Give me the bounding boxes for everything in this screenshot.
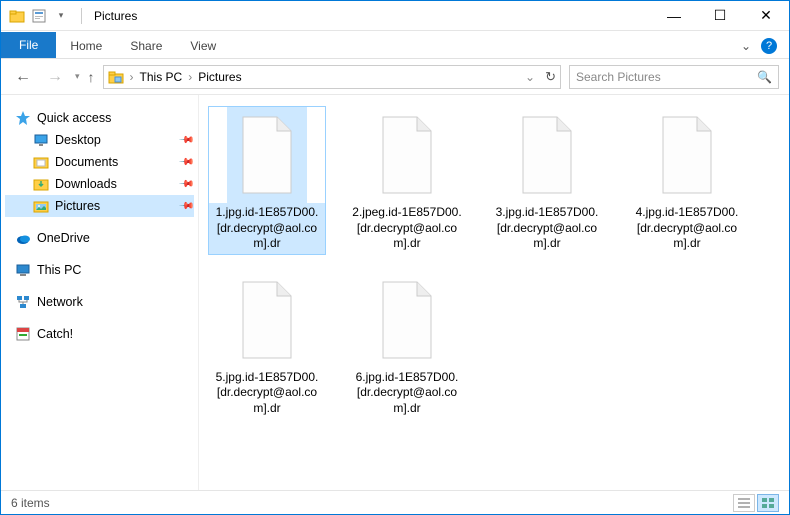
file-name: 1.jpg.id-1E857D00.[dr.decrypt@aol.com].d…	[209, 203, 325, 254]
file-name: 4.jpg.id-1E857D00.[dr.decrypt@aol.com].d…	[629, 203, 745, 254]
navigation-pane: Quick access Desktop📌Documents📌Downloads…	[1, 95, 199, 492]
file-thumbnail	[367, 272, 447, 368]
star-icon	[15, 110, 31, 126]
pin-icon: 📌	[177, 132, 194, 149]
nav-label: Quick access	[37, 111, 111, 125]
tab-home[interactable]: Home	[56, 34, 116, 58]
sidebar-item-label: Desktop	[55, 133, 101, 147]
window-title: Pictures	[94, 9, 137, 23]
nav-label: Catch!	[37, 327, 73, 341]
folder-icon	[33, 176, 49, 192]
file-thumbnail	[507, 107, 587, 203]
file-item[interactable]: 3.jpg.id-1E857D00.[dr.decrypt@aol.com].d…	[489, 107, 605, 254]
tab-share[interactable]: Share	[116, 34, 176, 58]
file-item[interactable]: 5.jpg.id-1E857D00.[dr.decrypt@aol.com].d…	[209, 272, 325, 419]
back-button[interactable]: ←	[11, 65, 35, 89]
nav-label: Network	[37, 295, 83, 309]
status-bar: 6 items	[1, 490, 789, 514]
properties-icon[interactable]	[31, 8, 47, 24]
search-input[interactable]: Search Pictures 🔍	[569, 65, 779, 89]
sidebar-item-label: Downloads	[55, 177, 117, 191]
details-view-button[interactable]	[733, 494, 755, 512]
qat-dropdown-icon[interactable]: ▾	[53, 8, 69, 24]
up-button[interactable]: ↑	[88, 69, 95, 85]
nav-this-pc[interactable]: This PC	[5, 259, 194, 281]
search-icon[interactable]: 🔍	[757, 70, 772, 84]
breadcrumb[interactable]: › This PC › Pictures ⌄ ↻	[103, 65, 561, 89]
pin-icon: 📌	[177, 176, 194, 193]
file-name: 6.jpg.id-1E857D00.[dr.decrypt@aol.com].d…	[349, 368, 465, 419]
folder-icon	[33, 154, 49, 170]
file-list: 1.jpg.id-1E857D00.[dr.decrypt@aol.com].d…	[199, 95, 789, 492]
file-item[interactable]: 1.jpg.id-1E857D00.[dr.decrypt@aol.com].d…	[209, 107, 325, 254]
nav-network[interactable]: Network	[5, 291, 194, 313]
chevron-right-icon[interactable]: ›	[126, 70, 138, 84]
folder-icon	[33, 132, 49, 148]
minimize-button[interactable]: —	[651, 1, 697, 31]
close-button[interactable]: ✕	[743, 1, 789, 31]
onedrive-icon	[15, 230, 31, 246]
thumbnails-view-button[interactable]	[757, 494, 779, 512]
forward-button[interactable]: →	[43, 65, 67, 89]
help-icon[interactable]: ?	[761, 38, 777, 54]
file-item[interactable]: 2.jpeg.id-1E857D00.[dr.decrypt@aol.com].…	[349, 107, 465, 254]
address-bar: ← → ▾ ↑ › This PC › Pictures ⌄ ↻ Search …	[1, 59, 789, 95]
crumb-pictures[interactable]: Pictures	[198, 70, 241, 84]
file-thumbnail	[647, 107, 727, 203]
sidebar-item-desktop[interactable]: Desktop 📌	[5, 129, 194, 151]
ribbon: File Home Share View ⌄ ?	[1, 31, 789, 59]
crumb-this-pc[interactable]: This PC	[140, 70, 183, 84]
sidebar-item-downloads[interactable]: Downloads 📌	[5, 173, 194, 195]
folder-app-icon	[9, 8, 25, 24]
sidebar-item-pictures[interactable]: Pictures 📌	[5, 195, 194, 217]
file-tab[interactable]: File	[1, 32, 56, 58]
nav-catch[interactable]: Catch!	[5, 323, 194, 345]
folder-icon	[33, 198, 49, 214]
ribbon-expand-icon[interactable]: ⌄	[741, 39, 751, 53]
pc-icon	[15, 262, 31, 278]
refresh-icon[interactable]: ↻	[545, 69, 556, 85]
file-thumbnail	[367, 107, 447, 203]
nav-quick-access[interactable]: Quick access	[5, 107, 194, 129]
chevron-right-icon[interactable]: ›	[184, 70, 196, 84]
history-dropdown-icon[interactable]: ▾	[75, 71, 80, 82]
file-name: 2.jpeg.id-1E857D00.[dr.decrypt@aol.com].…	[349, 203, 465, 254]
pin-icon: 📌	[177, 198, 194, 215]
file-item[interactable]: 4.jpg.id-1E857D00.[dr.decrypt@aol.com].d…	[629, 107, 745, 254]
file-item[interactable]: 6.jpg.id-1E857D00.[dr.decrypt@aol.com].d…	[349, 272, 465, 419]
sidebar-item-label: Pictures	[55, 199, 100, 213]
breadcrumb-folder-icon	[108, 69, 124, 85]
file-thumbnail	[227, 107, 307, 203]
item-count: 6 items	[11, 496, 50, 510]
network-icon	[15, 294, 31, 310]
nav-label: OneDrive	[37, 231, 90, 245]
pin-icon: 📌	[177, 154, 194, 171]
search-placeholder: Search Pictures	[576, 70, 661, 84]
title-bar: ▾ Pictures — ☐ ✕	[1, 1, 789, 31]
file-name: 3.jpg.id-1E857D00.[dr.decrypt@aol.com].d…	[489, 203, 605, 254]
nav-label: This PC	[37, 263, 81, 277]
file-name: 5.jpg.id-1E857D00.[dr.decrypt@aol.com].d…	[209, 368, 325, 419]
maximize-button[interactable]: ☐	[697, 1, 743, 31]
file-thumbnail	[227, 272, 307, 368]
nav-onedrive[interactable]: OneDrive	[5, 227, 194, 249]
catch-icon	[15, 326, 31, 342]
sidebar-item-label: Documents	[55, 155, 118, 169]
sidebar-item-documents[interactable]: Documents 📌	[5, 151, 194, 173]
tab-view[interactable]: View	[176, 34, 230, 58]
address-dropdown-icon[interactable]: ⌄	[521, 70, 539, 84]
